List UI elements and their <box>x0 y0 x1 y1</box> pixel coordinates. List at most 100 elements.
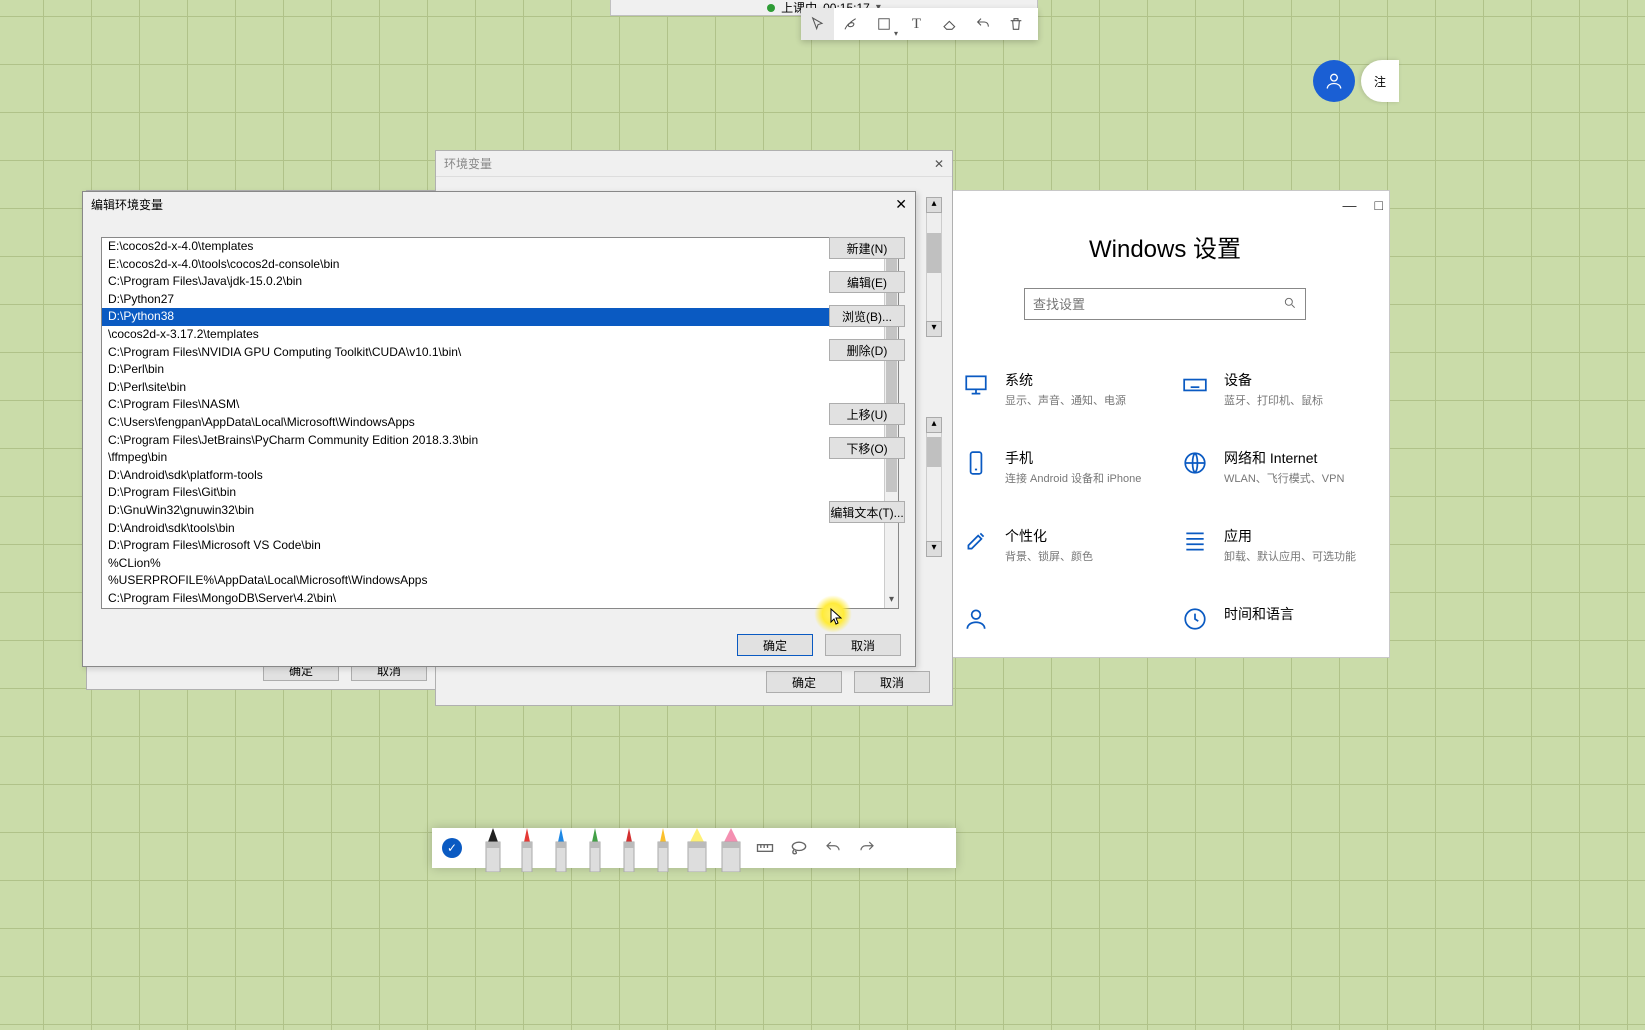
scroll-down-icon[interactable]: ▾ <box>926 321 942 337</box>
path-row[interactable]: D:\Android\sdk\platform-tools <box>102 467 884 485</box>
path-row[interactable]: D:\Perl\bin <box>102 361 884 379</box>
phone-icon <box>961 448 991 478</box>
ruler-tool[interactable] <box>748 828 782 868</box>
brush-icon <box>961 526 991 556</box>
path-row[interactable]: %CLion% <box>102 555 884 573</box>
redo-button[interactable] <box>850 828 884 868</box>
item-title: 个性化 <box>1005 526 1093 546</box>
path-row[interactable]: D:\Python38 <box>102 308 884 326</box>
move-up-button[interactable]: 上移(U) <box>829 403 905 425</box>
close-icon[interactable]: ✕ <box>895 196 907 213</box>
confirm-icon[interactable]: ✓ <box>442 838 462 858</box>
edit-env-cancel-button[interactable]: 取消 <box>825 634 901 656</box>
path-row[interactable]: \cocos2d-x-3.17.2\templates <box>102 326 884 344</box>
scroll-thumb[interactable] <box>927 233 941 273</box>
settings-item-devices[interactable]: 设备蓝牙、打印机、鼠标 <box>1180 370 1369 408</box>
pen-6[interactable] <box>680 828 714 872</box>
edit-button[interactable]: 编辑(E) <box>829 271 905 293</box>
settings-item-network[interactable]: 网络和 Internet WLAN、飞行模式、VPN <box>1180 448 1369 486</box>
text-tool[interactable]: T <box>900 8 933 40</box>
settings-item-system[interactable]: 系统显示、声音、通知、电源 <box>961 370 1150 408</box>
search-icon <box>1283 296 1297 313</box>
pen-5[interactable] <box>646 828 680 872</box>
undo-tool[interactable] <box>966 8 999 40</box>
path-row[interactable]: D:\GnuWin32\gnuwin32\bin <box>102 502 884 520</box>
path-row[interactable]: D:\Python27 <box>102 291 884 309</box>
side-tab-annotate[interactable]: 注 <box>1361 60 1399 102</box>
erase-tool[interactable] <box>933 8 966 40</box>
path-row[interactable]: E:\cocos2d-x-4.0\tools\cocos2d-console\b… <box>102 256 884 274</box>
path-row[interactable]: C:\Program Files\Java\jdk-15.0.2\bin <box>102 273 884 291</box>
path-row[interactable]: C:\Program Files\NASM\ <box>102 396 884 414</box>
user-avatar-button[interactable] <box>1313 60 1355 102</box>
path-row[interactable]: %USERPROFILE%\AppData\Local\Microsoft\Wi… <box>102 572 884 590</box>
item-title: 网络和 Internet <box>1224 448 1344 468</box>
env-parent-ok-button[interactable]: 确定 <box>766 671 842 693</box>
pen-3[interactable] <box>578 828 612 872</box>
scroll-up-icon[interactable]: ▴ <box>926 417 942 433</box>
path-row[interactable]: E:\cocos2d-x-4.0\templates <box>102 238 884 256</box>
env-parent-cancel-button[interactable]: 取消 <box>854 671 930 693</box>
browse-button[interactable]: 浏览(B)... <box>829 305 905 327</box>
pen-toolbar: ✓ <box>432 828 956 868</box>
path-row[interactable]: C:\Program Files\MongoDB\Server\4.2\bin\ <box>102 590 884 608</box>
edit-env-ok-button[interactable]: 确定 <box>737 634 813 656</box>
edit-env-title: 编辑环境变量 <box>91 196 163 213</box>
scroll-up-icon[interactable]: ▴ <box>926 197 942 213</box>
new-button[interactable]: 新建(N) <box>829 237 905 259</box>
scroll-thumb[interactable] <box>927 437 941 467</box>
edit-text-button[interactable]: 编辑文本(T)... <box>829 501 905 523</box>
apps-icon <box>1180 526 1210 556</box>
item-title: 时间和语言 <box>1224 604 1294 624</box>
close-icon[interactable]: ✕ <box>934 157 944 171</box>
scroll-down-icon[interactable]: ▾ <box>926 541 942 557</box>
lasso-tool[interactable] <box>782 828 816 868</box>
maximize-button[interactable]: □ <box>1375 197 1383 213</box>
keyboard-icon <box>1180 370 1210 400</box>
settings-search[interactable] <box>1024 288 1306 320</box>
pen-0[interactable] <box>476 828 510 872</box>
draw-tool[interactable] <box>834 8 867 40</box>
minimize-button[interactable]: — <box>1343 197 1357 213</box>
item-sub: WLAN、飞行模式、VPN <box>1224 470 1344 486</box>
env-parent-scrollbar[interactable]: ▴ ▾ ▴ ▾ <box>926 197 942 747</box>
path-row[interactable]: C:\Program Files\NVIDIA GPU Computing To… <box>102 344 884 362</box>
path-list[interactable]: E:\cocos2d-x-4.0\templatesE:\cocos2d-x-4… <box>101 237 899 609</box>
settings-item-accounts[interactable] <box>961 604 1150 634</box>
pen-4[interactable] <box>612 828 646 872</box>
shape-tool[interactable]: ▾ <box>867 8 900 40</box>
settings-item-time[interactable]: 时间和语言 <box>1180 604 1369 634</box>
item-sub: 蓝牙、打印机、鼠标 <box>1224 392 1323 408</box>
side-tab-label: 注 <box>1374 73 1386 90</box>
path-row[interactable]: C:\Program Files\JetBrains\PyCharm Commu… <box>102 432 884 450</box>
item-title: 手机 <box>1005 448 1141 468</box>
path-row[interactable]: D:\Program Files\Git\bin <box>102 484 884 502</box>
path-row[interactable]: C:\Users\fengpan\AppData\Local\Microsoft… <box>102 414 884 432</box>
item-title: 应用 <box>1224 526 1356 546</box>
settings-item-apps[interactable]: 应用卸载、默认应用、可选功能 <box>1180 526 1369 564</box>
item-title: 设备 <box>1224 370 1323 390</box>
delete-tool[interactable] <box>999 8 1032 40</box>
globe-icon <box>1180 448 1210 478</box>
windows-settings-window: — □ Windows 设置 系统显示、声音、通知、电源 设备蓝牙、打印机、鼠标… <box>940 190 1390 658</box>
settings-item-phone[interactable]: 手机连接 Android 设备和 iPhone <box>961 448 1150 486</box>
scroll-down-icon[interactable]: ▾ <box>885 594 898 608</box>
delete-button[interactable]: 删除(D) <box>829 339 905 361</box>
undo-button[interactable] <box>816 828 850 868</box>
settings-search-input[interactable] <box>1025 289 1305 319</box>
env-parent-title: 环境变量 <box>444 155 492 172</box>
pen-7[interactable] <box>714 828 748 872</box>
item-sub: 背景、锁屏、颜色 <box>1005 548 1093 564</box>
path-row[interactable]: D:\Android\sdk\tools\bin <box>102 520 884 538</box>
clock-icon <box>1180 604 1210 634</box>
recording-dot-icon <box>767 4 775 12</box>
path-row[interactable]: D:\Perl\site\bin <box>102 379 884 397</box>
path-row[interactable]: \ffmpeg\bin <box>102 449 884 467</box>
select-tool[interactable] <box>801 8 834 40</box>
monitor-icon <box>961 370 991 400</box>
pen-2[interactable] <box>544 828 578 872</box>
settings-item-personalize[interactable]: 个性化背景、锁屏、颜色 <box>961 526 1150 564</box>
pen-1[interactable] <box>510 828 544 872</box>
path-row[interactable]: D:\Program Files\Microsoft VS Code\bin <box>102 537 884 555</box>
move-down-button[interactable]: 下移(O) <box>829 437 905 459</box>
